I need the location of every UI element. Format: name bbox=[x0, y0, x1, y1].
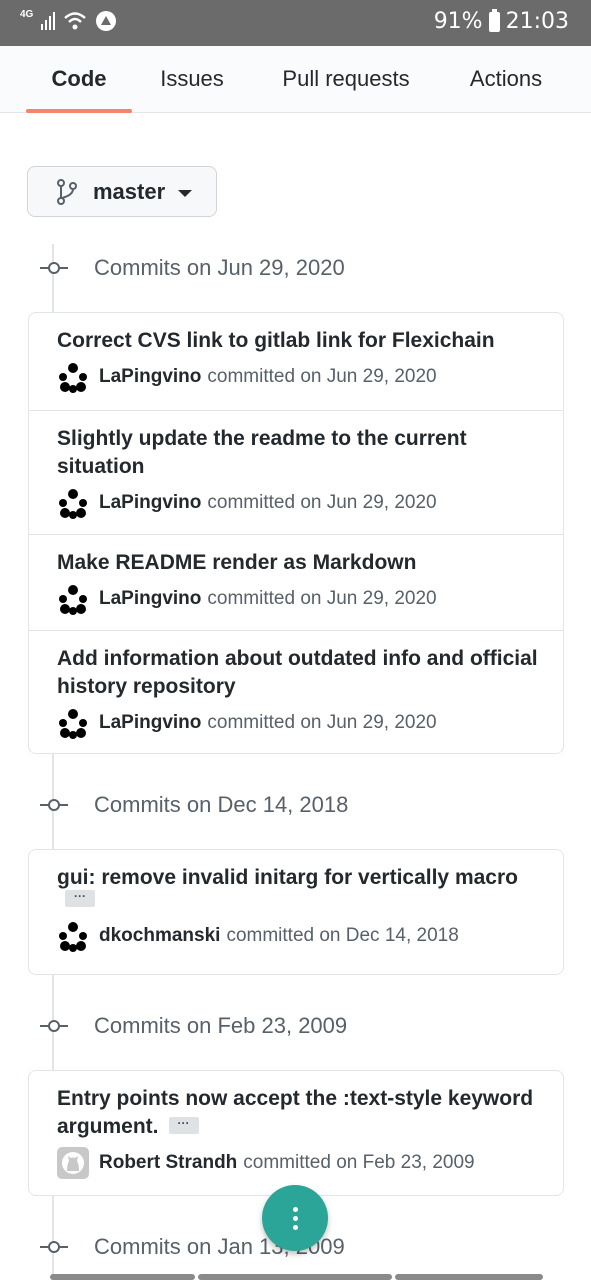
commit-date: committed on Jun 29, 2020 bbox=[207, 588, 437, 609]
git-commit-icon bbox=[40, 1020, 68, 1032]
wifi-icon bbox=[64, 12, 87, 30]
battery-percent: 91% bbox=[433, 9, 483, 34]
commit-meta: LaPingvino committed on Jun 29, 2020 bbox=[57, 487, 543, 519]
expand-message-button[interactable]: ··· bbox=[65, 890, 95, 908]
active-tab-indicator bbox=[26, 109, 132, 113]
repo-tabs: Code Issues Pull requests Actions bbox=[0, 46, 591, 113]
commit-message[interactable]: Correct CVS link to gitlab link for Flex… bbox=[57, 327, 543, 355]
commit-message[interactable]: Entry points now accept the :text-style … bbox=[57, 1085, 543, 1141]
nav-bar-segment bbox=[198, 1274, 392, 1280]
commit-date: committed on Dec 14, 2018 bbox=[226, 925, 459, 946]
status-bar: 4G 91% 21:03 bbox=[0, 0, 591, 46]
commit-author[interactable]: Robert Strandh bbox=[99, 1152, 237, 1174]
avatar[interactable] bbox=[57, 707, 89, 739]
more-vertical-dot bbox=[292, 1224, 298, 1230]
status-left: 4G bbox=[20, 10, 117, 32]
commit-meta: dkochmanski committed on Dec 14, 2018 bbox=[57, 920, 543, 952]
git-commit-icon bbox=[40, 799, 68, 811]
commit-group-header: Commits on Dec 14, 2018 bbox=[0, 785, 591, 825]
more-vertical-icon bbox=[292, 1206, 298, 1212]
commit-message[interactable]: Add information about outdated info and … bbox=[57, 645, 543, 701]
avatar[interactable] bbox=[57, 361, 89, 393]
commit-date: committed on Jun 29, 2020 bbox=[207, 712, 437, 733]
nav-bar-segment bbox=[395, 1274, 543, 1280]
commit-author[interactable]: LaPingvino bbox=[99, 588, 201, 610]
commit-row[interactable]: Slightly update the readme to the curren… bbox=[29, 411, 563, 535]
commit-group-header: Commits on Jun 29, 2020 bbox=[0, 248, 591, 288]
commit-list-card: Entry points now accept the :text-style … bbox=[28, 1070, 564, 1196]
commit-message[interactable]: Make README render as Markdown bbox=[57, 549, 543, 577]
commit-row[interactable]: Add information about outdated info and … bbox=[29, 631, 563, 753]
nav-bar-segment bbox=[50, 1274, 195, 1280]
group-title: Commits on Feb 23, 2009 bbox=[94, 1013, 348, 1038]
commit-row[interactable]: Entry points now accept the :text-style … bbox=[29, 1071, 563, 1195]
commit-row[interactable]: Correct CVS link to gitlab link for Flex… bbox=[29, 313, 563, 411]
avatar[interactable] bbox=[57, 583, 89, 615]
commit-author[interactable]: LaPingvino bbox=[99, 712, 201, 734]
commit-list-card: Correct CVS link to gitlab link for Flex… bbox=[28, 312, 564, 754]
more-actions-fab[interactable] bbox=[262, 1185, 328, 1251]
branch-name: master bbox=[93, 179, 166, 204]
group-title: Commits on Jun 29, 2020 bbox=[94, 255, 345, 280]
commit-date: committed on Feb 23, 2009 bbox=[243, 1152, 475, 1173]
expand-message-button[interactable]: ··· bbox=[168, 1116, 199, 1134]
commit-meta: LaPingvino committed on Jun 29, 2020 bbox=[57, 361, 543, 393]
commit-row[interactable]: Make README render as Markdown LaPingvin… bbox=[29, 535, 563, 631]
more-vertical-dot bbox=[292, 1215, 298, 1221]
tab-issues[interactable]: Issues bbox=[146, 46, 238, 112]
clock: 21:03 bbox=[505, 9, 569, 34]
git-branch-icon bbox=[57, 179, 77, 205]
commit-author[interactable]: dkochmanski bbox=[99, 925, 220, 947]
tab-actions[interactable]: Actions bbox=[456, 46, 556, 112]
commit-row[interactable]: gui: remove invalid initarg for vertical… bbox=[29, 850, 563, 974]
tab-code[interactable]: Code bbox=[26, 46, 132, 112]
commit-meta: Robert Strandh committed on Feb 23, 2009 bbox=[57, 1147, 543, 1179]
commit-meta: LaPingvino committed on Jun 29, 2020 bbox=[57, 707, 543, 739]
commit-author[interactable]: LaPingvino bbox=[99, 366, 201, 388]
commit-message-text[interactable]: Entry points now accept the :text-style … bbox=[57, 1087, 533, 1138]
commit-date: committed on Jun 29, 2020 bbox=[207, 492, 437, 513]
commit-date: committed on Jun 29, 2020 bbox=[207, 366, 437, 387]
commit-list-card: gui: remove invalid initarg for vertical… bbox=[28, 849, 564, 975]
git-commit-icon bbox=[40, 1241, 68, 1253]
app-notification-icon bbox=[96, 11, 117, 31]
chevron-down-icon bbox=[178, 190, 192, 197]
battery-icon bbox=[488, 8, 500, 32]
signal-icon bbox=[41, 12, 56, 30]
github-octocat-avatar[interactable] bbox=[57, 1147, 89, 1179]
commit-group-header: Commits on Feb 23, 2009 bbox=[0, 1006, 591, 1046]
commit-meta: LaPingvino committed on Jun 29, 2020 bbox=[57, 583, 543, 615]
commit-message-extra: ··· bbox=[57, 890, 543, 918]
branch-selector[interactable]: master bbox=[27, 166, 217, 217]
commit-message[interactable]: gui: remove invalid initarg for vertical… bbox=[57, 864, 543, 892]
git-commit-icon bbox=[40, 262, 68, 274]
commit-message[interactable]: Slightly update the readme to the curren… bbox=[57, 425, 543, 481]
status-right: 91% 21:03 bbox=[433, 8, 569, 34]
avatar[interactable] bbox=[57, 487, 89, 519]
network-type: 4G bbox=[20, 9, 34, 20]
tab-pull-requests[interactable]: Pull requests bbox=[262, 46, 430, 112]
commit-author[interactable]: LaPingvino bbox=[99, 492, 201, 514]
avatar[interactable] bbox=[57, 920, 89, 952]
group-title: Commits on Dec 14, 2018 bbox=[94, 792, 349, 817]
